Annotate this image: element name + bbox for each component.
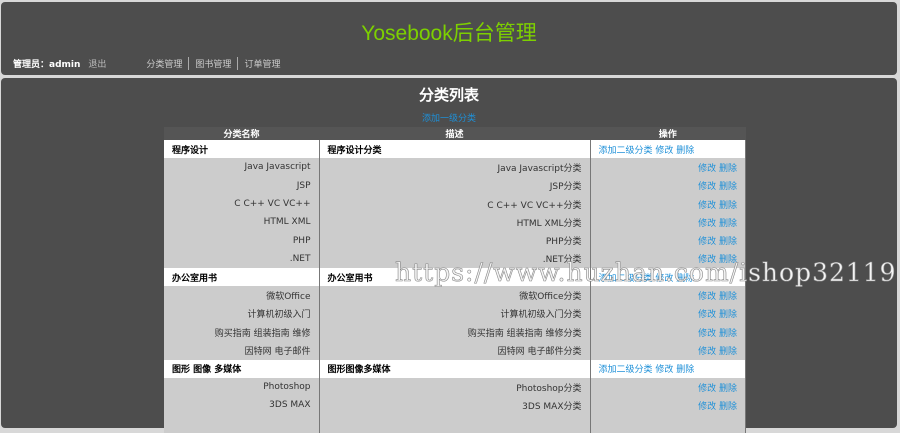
subcategory-name: 购买指南 组装指南 维修 bbox=[164, 322, 320, 342]
add-child-link[interactable]: 添加二级分类 bbox=[599, 274, 653, 284]
subcategory-desc: PHP分类 bbox=[319, 231, 591, 250]
edit-link[interactable]: 修改 bbox=[698, 329, 716, 339]
edit-link[interactable]: 修改 bbox=[655, 274, 673, 284]
subcategory-name: HTML XML bbox=[164, 213, 320, 232]
page-title: 分类列表 bbox=[418, 86, 479, 104]
subcategory-row: .NET .NET分类 修改 删除 bbox=[164, 249, 746, 269]
subcategory-name: Photoshop bbox=[164, 377, 320, 397]
subcategory-desc: 因特网 电子邮件分类 bbox=[319, 341, 591, 360]
subcategory-name: 因特网 电子邮件 bbox=[164, 341, 320, 360]
delete-link[interactable]: 删除 bbox=[719, 237, 737, 247]
subcategory-name bbox=[164, 414, 320, 433]
edit-link[interactable]: 修改 bbox=[698, 384, 716, 394]
menu-books[interactable]: 图书管理 bbox=[188, 57, 237, 70]
add-child-link[interactable]: 添加二级分类 bbox=[599, 365, 653, 375]
delete-link[interactable]: 删除 bbox=[719, 402, 737, 412]
edit-link[interactable]: 修改 bbox=[698, 347, 716, 357]
edit-link[interactable]: 修改 bbox=[655, 365, 673, 375]
edit-link[interactable]: 修改 bbox=[698, 310, 716, 320]
main-menu: 分类管理 图书管理 订单管理 bbox=[146, 57, 286, 70]
category-desc: 图形图像多媒体 bbox=[319, 359, 591, 378]
subcategory-row: C C++ VC VC++ C C++ VC VC++分类 修改 删除 bbox=[164, 194, 746, 214]
subcategory-row: 因特网 电子邮件 因特网 电子邮件分类 修改 删除 bbox=[164, 341, 746, 360]
subcategory-name: PHP bbox=[164, 231, 320, 250]
col-desc: 描述 bbox=[319, 127, 590, 140]
delete-link[interactable]: 删除 bbox=[676, 146, 694, 156]
subcategory-desc: Java Javascript分类 bbox=[319, 158, 591, 177]
subcategory-desc: C C++ VC VC++分类 bbox=[319, 194, 591, 214]
subcategory-desc: JSP分类 bbox=[319, 176, 591, 195]
category-table: 分类名称 描述 操作 程序设计 程序设计分类 添加二级分类 修改 删除 Java… bbox=[164, 127, 746, 433]
delete-link[interactable]: 删除 bbox=[719, 182, 737, 192]
delete-link[interactable]: 删除 bbox=[719, 292, 737, 302]
edit-link[interactable]: 修改 bbox=[655, 146, 673, 156]
edit-link[interactable]: 修改 bbox=[698, 255, 716, 265]
edit-link[interactable]: 修改 bbox=[698, 237, 716, 247]
delete-link[interactable]: 删除 bbox=[719, 255, 737, 265]
subcategory-desc: Photoshop分类 bbox=[319, 377, 591, 397]
subcategory-desc: 3DS MAX分类 bbox=[319, 396, 591, 415]
subcategory-desc bbox=[319, 414, 591, 433]
col-name: 分类名称 bbox=[164, 127, 319, 140]
subcategory-name: 微软Office bbox=[164, 286, 320, 305]
delete-link[interactable]: 删除 bbox=[719, 310, 737, 320]
admin-label: 管理员：admin bbox=[13, 60, 81, 70]
delete-link[interactable]: 删除 bbox=[676, 365, 694, 375]
subcategory-row: HTML XML HTML XML分类 修改 删除 bbox=[164, 213, 746, 232]
edit-link[interactable]: 修改 bbox=[698, 201, 716, 211]
delete-link[interactable]: 删除 bbox=[676, 274, 694, 284]
subcategory-desc: HTML XML分类 bbox=[319, 213, 591, 232]
subcategory-desc: 微软Office分类 bbox=[319, 286, 591, 305]
subcategory-row: JSP JSP分类 修改 删除 bbox=[164, 176, 746, 195]
col-ops: 操作 bbox=[590, 127, 746, 140]
category-row: 程序设计 程序设计分类 添加二级分类 修改 删除 bbox=[164, 140, 746, 159]
category-name: 图形 图像 多媒体 bbox=[164, 359, 320, 378]
category-name: 程序设计 bbox=[164, 140, 320, 159]
category-row: 图形 图像 多媒体 图形图像多媒体 添加二级分类 修改 删除 bbox=[164, 359, 746, 378]
subcategory-name: 3DS MAX bbox=[164, 396, 320, 415]
category-row: 办公室用书 办公室用书 添加二级分类 修改 删除 bbox=[164, 268, 746, 287]
edit-link[interactable]: 修改 bbox=[698, 182, 716, 192]
delete-link[interactable]: 删除 bbox=[719, 219, 737, 229]
edit-link[interactable]: 修改 bbox=[698, 402, 716, 412]
subcategory-row: 微软Office 微软Office分类 修改 删除 bbox=[164, 286, 746, 305]
subcategory-desc: 购买指南 组装指南 维修分类 bbox=[319, 322, 591, 342]
edit-link[interactable]: 修改 bbox=[698, 164, 716, 174]
subcategory-name: .NET bbox=[164, 249, 320, 269]
subcategory-name: JSP bbox=[164, 176, 320, 195]
add-top-category-link[interactable]: 添加一级分类 bbox=[1, 111, 897, 124]
logout-link[interactable]: 退出 bbox=[88, 57, 106, 70]
subcategory-row: PHP PHP分类 修改 删除 bbox=[164, 231, 746, 250]
subcategory-row bbox=[164, 414, 746, 433]
add-child-link[interactable]: 添加二级分类 bbox=[599, 146, 653, 156]
subcategory-desc: .NET分类 bbox=[319, 249, 591, 269]
subcategory-row: Photoshop Photoshop分类 修改 删除 bbox=[164, 377, 746, 397]
category-name: 办公室用书 bbox=[164, 268, 320, 287]
category-desc: 办公室用书 bbox=[319, 268, 591, 287]
category-desc: 程序设计分类 bbox=[319, 140, 591, 159]
subcategory-name: C C++ VC VC++ bbox=[164, 194, 320, 214]
subcategory-row: 购买指南 组装指南 维修 购买指南 组装指南 维修分类 修改 删除 bbox=[164, 322, 746, 342]
subcategory-name: 计算机初级入门 bbox=[164, 304, 320, 323]
header: Yosebook后台管理 管理员：admin 退出 分类管理 图书管理 订单管理 bbox=[1, 2, 897, 75]
menu-orders[interactable]: 订单管理 bbox=[237, 57, 286, 70]
subcategory-row: 3DS MAX 3DS MAX分类 修改 删除 bbox=[164, 396, 746, 415]
delete-link[interactable]: 删除 bbox=[719, 347, 737, 357]
delete-link[interactable]: 删除 bbox=[719, 201, 737, 211]
subcategory-row: Java Javascript Java Javascript分类 修改 删除 bbox=[164, 158, 746, 177]
subcategory-name: Java Javascript bbox=[164, 158, 320, 177]
app-title: Yosebook后台管理 bbox=[361, 22, 537, 45]
subcategory-row: 计算机初级入门 计算机初级入门分类 修改 删除 bbox=[164, 304, 746, 323]
main-panel: 分类列表 添加一级分类 分类名称 描述 操作 程序设计 程序设计分类 添加二级分… bbox=[1, 78, 897, 433]
edit-link[interactable]: 修改 bbox=[698, 219, 716, 229]
top-nav: 管理员：admin 退出 分类管理 图书管理 订单管理 bbox=[13, 57, 286, 70]
delete-link[interactable]: 删除 bbox=[719, 384, 737, 394]
delete-link[interactable]: 删除 bbox=[719, 164, 737, 174]
menu-category[interactable]: 分类管理 bbox=[146, 57, 188, 70]
subcategory-desc: 计算机初级入门分类 bbox=[319, 304, 591, 323]
edit-link[interactable]: 修改 bbox=[698, 292, 716, 302]
delete-link[interactable]: 删除 bbox=[719, 329, 737, 339]
